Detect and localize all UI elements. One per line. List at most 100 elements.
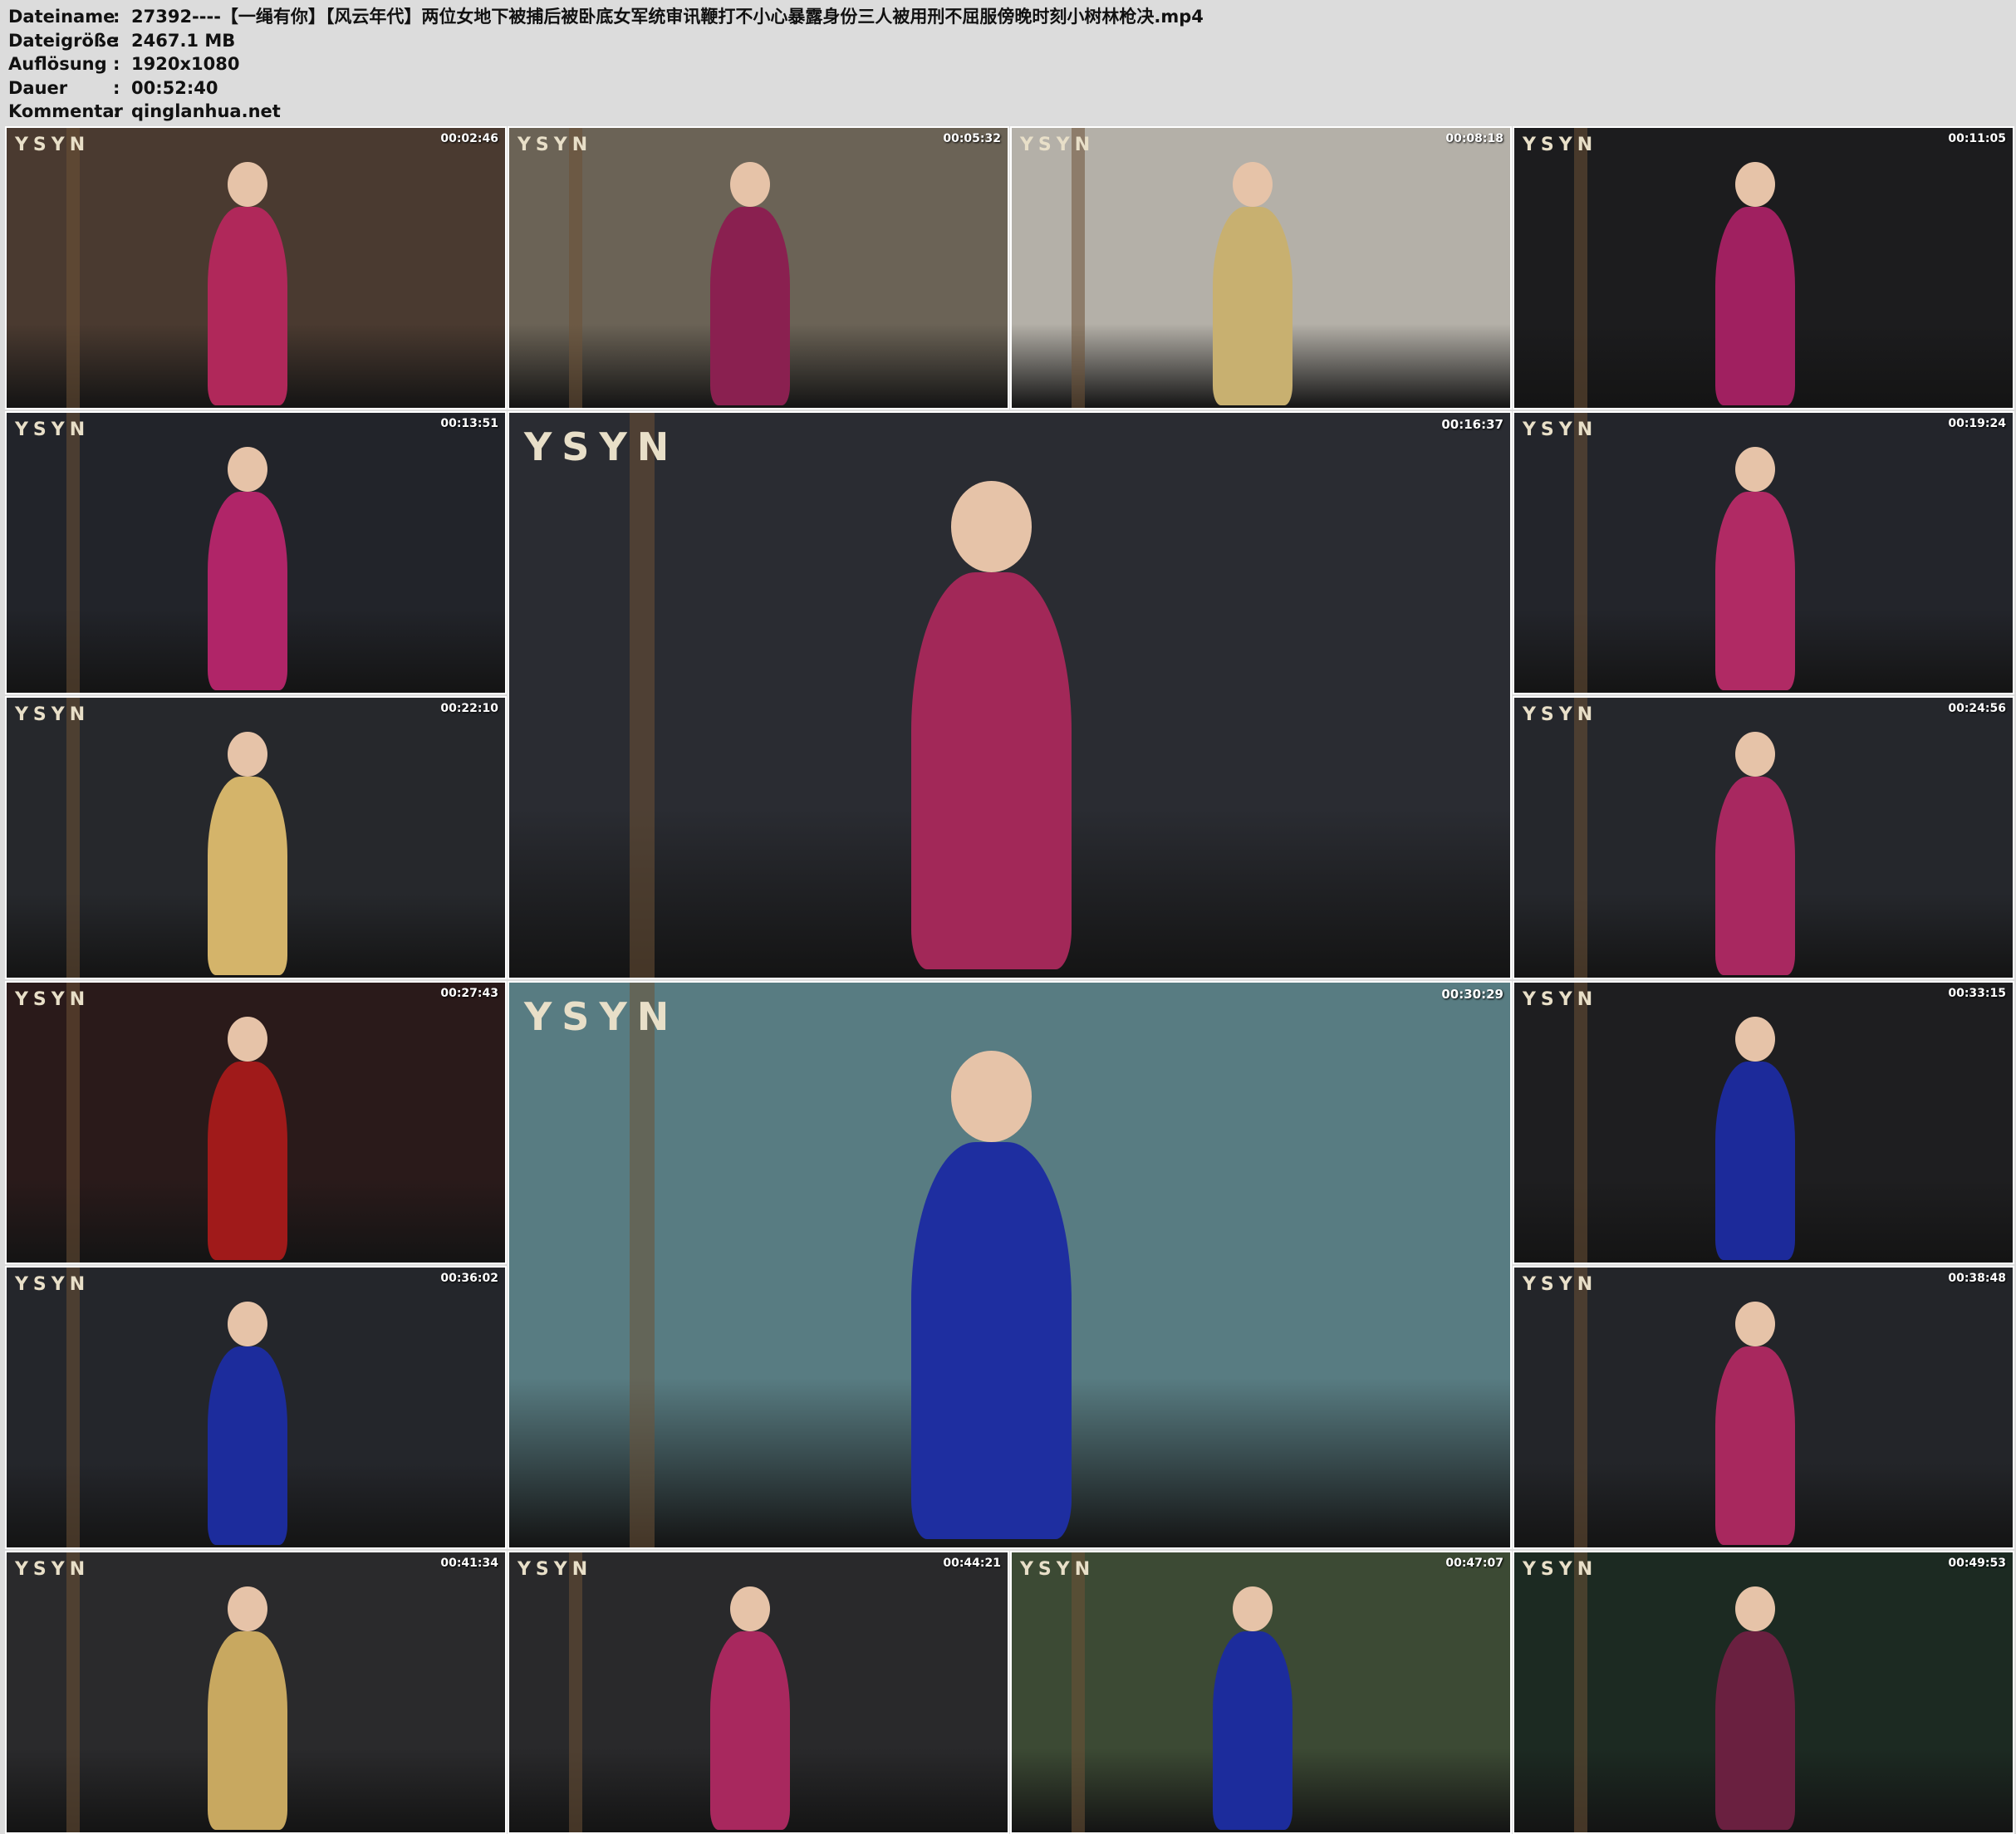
value-filename: 27392----【一绳有你】【风云年代】两位女地下被捕后被卧底女军统审讯鞭打不… <box>131 7 1204 27</box>
figure-head <box>729 1586 771 1632</box>
video-thumbnail[interactable]: YSYN 00:49:53 <box>1513 1551 2014 1834</box>
figure-head <box>950 481 1032 572</box>
label-comment: Kommentar <box>8 101 123 121</box>
scene-beam <box>569 1552 582 1832</box>
timestamp-label: 00:13:51 <box>440 417 498 430</box>
video-thumbnail[interactable]: YSYN 00:11:05 <box>1513 126 2014 409</box>
figure-silhouette <box>709 207 791 406</box>
watermark-logo: YSYN <box>517 135 593 155</box>
video-thumbnail[interactable]: YSYN 00:41:34 <box>5 1551 507 1834</box>
separator: : <box>113 77 120 98</box>
video-thumbnail[interactable]: YSYN 00:47:07 <box>1010 1551 1512 1834</box>
video-thumbnail[interactable]: YSYN 00:44:21 <box>508 1551 1009 1834</box>
video-thumbnail[interactable]: YSYN 00:27:43 <box>5 981 507 1264</box>
label-duration: Dauer <box>8 77 68 98</box>
figure-head <box>1734 1301 1776 1347</box>
video-thumbnail[interactable]: YSYN 00:38:48 <box>1513 1266 2014 1549</box>
figure-head <box>227 446 268 493</box>
timestamp-label: 00:36:02 <box>440 1272 498 1285</box>
scene-beam <box>66 1552 80 1832</box>
separator: : <box>113 30 120 51</box>
video-thumbnail[interactable]: YSYN 00:33:15 <box>1513 981 2014 1264</box>
file-info-row-size: Dateigröße : 2467.1 MB <box>8 29 1204 53</box>
figure-head <box>1734 446 1776 493</box>
video-thumbnail[interactable]: YSYN 00:19:24 <box>1513 411 2014 694</box>
figure-silhouette <box>207 1631 288 1831</box>
file-info-header: Dateiname : 27392----【一绳有你】【风云年代】两位女地下被捕… <box>8 5 1204 124</box>
scene-beam <box>66 128 80 408</box>
scene-beam <box>569 128 582 408</box>
figure-head <box>227 1301 268 1347</box>
figure-silhouette <box>207 777 288 976</box>
figure-head <box>1734 731 1776 777</box>
separator: : <box>113 101 120 121</box>
video-thumbnail[interactable]: YSYN 00:16:37 <box>508 411 1512 979</box>
video-thumbnail[interactable]: YSYN 00:05:32 <box>508 126 1009 409</box>
timestamp-label: 00:33:15 <box>1948 987 2006 1000</box>
label-filesize: Dateigröße <box>8 30 119 51</box>
scene-beam <box>1574 1552 1587 1832</box>
figure-head <box>1734 161 1776 208</box>
scene-beam <box>1574 983 1587 1263</box>
figure-head <box>950 1051 1032 1142</box>
watermark-logo: YSYN <box>1523 135 1598 155</box>
scene-beam <box>630 413 655 978</box>
scene-beam <box>1574 413 1587 693</box>
timestamp-label: 00:24:56 <box>1948 702 2006 715</box>
video-thumbnail[interactable]: YSYN 00:13:51 <box>5 411 507 694</box>
timestamp-label: 00:22:10 <box>440 702 498 715</box>
watermark-logo: YSYN <box>15 704 91 725</box>
timestamp-label: 00:19:24 <box>1948 417 2006 430</box>
watermark-logo: YSYN <box>15 1274 91 1295</box>
figure-silhouette <box>1714 492 1796 691</box>
figure-silhouette <box>1714 1062 1796 1261</box>
video-thumbnail[interactable]: YSYN 00:02:46 <box>5 126 507 409</box>
scene-beam <box>1072 1552 1085 1832</box>
file-info-row-resolution: Auflösung : 1920x1080 <box>8 52 1204 76</box>
figure-head <box>227 161 268 208</box>
figure-silhouette <box>207 492 288 691</box>
figure-head <box>227 1016 268 1062</box>
figure-silhouette <box>709 1631 791 1831</box>
scene-beam <box>1574 1268 1587 1547</box>
figure-silhouette <box>207 1346 288 1546</box>
timestamp-label: 00:30:29 <box>1441 987 1503 1002</box>
video-thumbnail[interactable]: YSYN 00:24:56 <box>1513 696 2014 979</box>
figure-silhouette <box>1714 777 1796 976</box>
figure-silhouette <box>1212 207 1293 406</box>
value-resolution: 1920x1080 <box>131 54 240 74</box>
figure-head <box>1734 1016 1776 1062</box>
scene-beam <box>630 983 655 1547</box>
video-thumbnail[interactable]: YSYN 00:08:18 <box>1010 126 1512 409</box>
figure-silhouette <box>910 1141 1072 1540</box>
figure-silhouette <box>1212 1631 1293 1831</box>
watermark-logo: YSYN <box>1523 1274 1598 1295</box>
video-thumbnail[interactable]: YSYN 00:30:29 <box>508 981 1512 1549</box>
timestamp-label: 00:05:32 <box>943 132 1001 145</box>
value-comment: qinglanhua.net <box>131 101 281 121</box>
timestamp-label: 00:49:53 <box>1948 1557 2006 1570</box>
watermark-logo: YSYN <box>1523 419 1598 440</box>
label-resolution: Auflösung <box>8 54 107 74</box>
watermark-logo: YSYN <box>1523 1559 1598 1580</box>
video-thumbnail[interactable]: YSYN 00:22:10 <box>5 696 507 979</box>
timestamp-label: 00:38:48 <box>1948 1272 2006 1285</box>
watermark-logo: YSYN <box>1020 1559 1096 1580</box>
timestamp-label: 00:47:07 <box>1445 1557 1503 1570</box>
figure-head <box>1734 1586 1776 1632</box>
video-thumbnail[interactable]: YSYN 00:36:02 <box>5 1266 507 1549</box>
scene-beam <box>66 983 80 1263</box>
watermark-logo: YSYN <box>15 989 91 1010</box>
watermark-logo: YSYN <box>15 1559 91 1580</box>
figure-silhouette <box>1714 1631 1796 1831</box>
figure-head <box>1232 1586 1273 1632</box>
figure-silhouette <box>910 571 1072 970</box>
scene-beam <box>1574 128 1587 408</box>
file-info-row-comment: Kommentar : qinglanhua.net <box>8 100 1204 124</box>
figure-head <box>1232 161 1273 208</box>
value-filesize: 2467.1 MB <box>131 30 236 51</box>
timestamp-label: 00:27:43 <box>440 987 498 1000</box>
file-info-row-duration: Dauer : 00:52:40 <box>8 76 1204 101</box>
timestamp-label: 00:11:05 <box>1948 132 2006 145</box>
figure-silhouette <box>1714 207 1796 406</box>
